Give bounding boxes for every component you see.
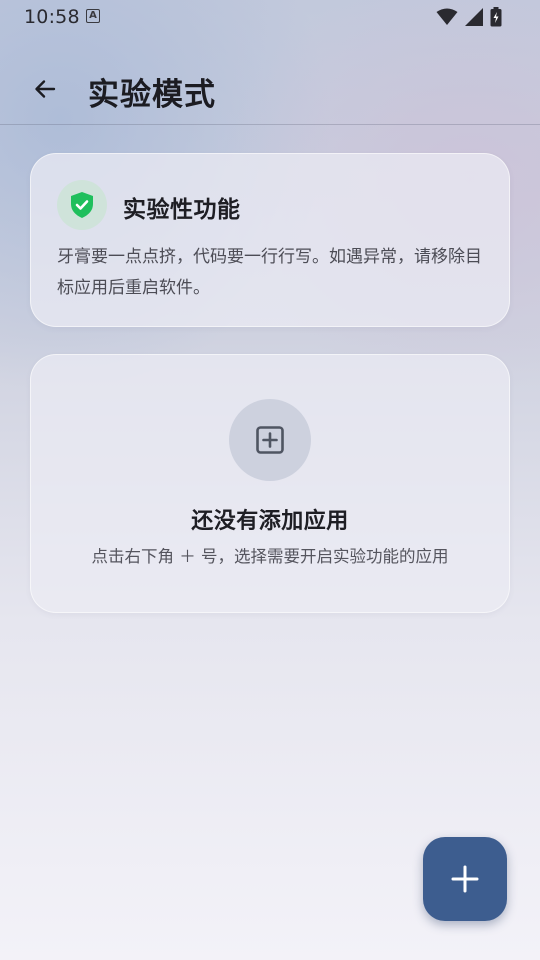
shield-check-icon	[71, 192, 93, 218]
empty-icon-circle	[229, 399, 311, 481]
app-bar: 实验模式	[0, 56, 540, 125]
cellular-signal-icon	[465, 8, 483, 26]
info-card-title: 实验性功能	[123, 197, 241, 223]
status-icons	[436, 7, 502, 27]
wifi-icon	[436, 8, 458, 25]
info-card-text: 牙膏要一点点挤，代码要一行行写。如遇异常，请移除目标应用后重启软件。	[57, 247, 482, 298]
battery-charging-icon	[490, 7, 502, 27]
font-a-icon: A	[86, 9, 100, 23]
status-bar: 10:58 A	[0, 0, 540, 34]
page-title: 实验模式	[88, 77, 216, 113]
shield-badge	[57, 180, 107, 230]
add-box-icon	[256, 426, 284, 454]
experimental-info-card: 实验性功能 牙膏要一点点挤，代码要一行行写。如遇异常，请移除目标应用后重启软件。	[30, 153, 510, 327]
status-time: 10:58	[24, 6, 80, 28]
plus-icon	[451, 865, 479, 893]
arrow-back-icon	[35, 80, 56, 98]
back-button[interactable]	[28, 72, 62, 106]
empty-state-card: 还没有添加应用 点击右下角 ＋ 号，选择需要开启实验功能的应用	[30, 354, 510, 613]
empty-state-title: 还没有添加应用	[191, 509, 349, 534]
empty-state-hint: 点击右下角 ＋ 号，选择需要开启实验功能的应用	[91, 547, 449, 566]
add-app-fab[interactable]	[423, 837, 507, 921]
